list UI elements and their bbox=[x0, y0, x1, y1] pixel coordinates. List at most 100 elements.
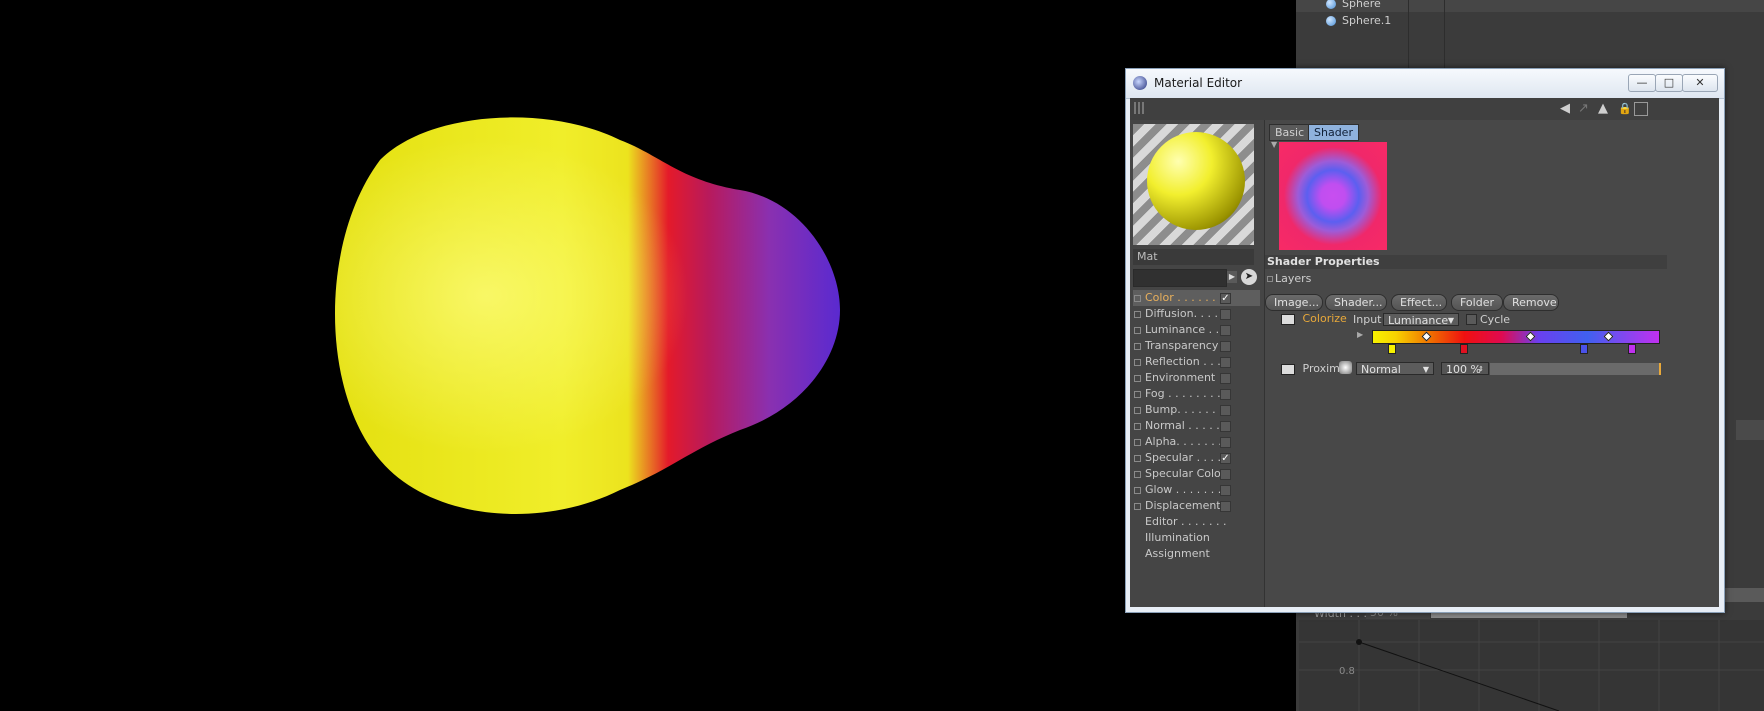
expand-arrow-icon[interactable]: ▶ bbox=[1227, 271, 1237, 283]
channel-item[interactable]: Normal . . . . . . bbox=[1133, 418, 1260, 434]
forward-arrow-icon[interactable]: ↗ bbox=[1578, 101, 1589, 116]
channel-checkbox[interactable]: ✓ bbox=[1220, 293, 1231, 304]
channel-expander-icon bbox=[1134, 375, 1141, 382]
channel-label: Editor . . . . . . . bbox=[1145, 515, 1227, 528]
channel-checkbox[interactable] bbox=[1220, 309, 1231, 320]
channel-label: Displacement bbox=[1145, 499, 1221, 512]
channel-expander-icon bbox=[1134, 455, 1141, 462]
channel-checkbox[interactable] bbox=[1220, 421, 1231, 432]
up-arrow-icon[interactable]: ▲ bbox=[1598, 101, 1608, 116]
channel-item[interactable]: Color . . . . . . . ✓ bbox=[1133, 290, 1260, 306]
input-dropdown[interactable]: Luminance ▼ bbox=[1383, 313, 1459, 327]
channel-search-input[interactable] bbox=[1133, 269, 1227, 287]
eye-icon[interactable] bbox=[1281, 363, 1295, 375]
channel-item[interactable]: Alpha. . . . . . . . bbox=[1133, 434, 1260, 450]
channel-checkbox[interactable] bbox=[1220, 437, 1231, 448]
y-tick-label: 0.8 bbox=[1339, 666, 1355, 677]
curve-graph[interactable]: 0.8 bbox=[1299, 620, 1764, 711]
shader-button[interactable]: Shader... bbox=[1325, 294, 1387, 311]
gradient-expand-icon[interactable]: ▶ bbox=[1357, 330, 1363, 339]
channel-item[interactable]: Fog . . . . . . . . . bbox=[1133, 386, 1260, 402]
object-label: Sphere.1 bbox=[1342, 14, 1392, 27]
input-dropdown-value: Luminance bbox=[1388, 314, 1449, 327]
gradient-knot[interactable] bbox=[1579, 344, 1588, 354]
channel-item[interactable]: Specular . . . . . ✓ bbox=[1133, 450, 1260, 466]
channel-item[interactable]: Illumination bbox=[1133, 530, 1260, 546]
channel-checkbox[interactable] bbox=[1220, 389, 1231, 400]
channel-item[interactable]: Assignment bbox=[1133, 546, 1260, 562]
channel-expander-icon bbox=[1134, 327, 1141, 334]
channel-checkbox[interactable] bbox=[1220, 325, 1231, 336]
object-row[interactable]: Sphere.1 bbox=[1326, 11, 1391, 31]
channel-item[interactable]: Transparency bbox=[1133, 338, 1260, 354]
channel-item[interactable]: Glow . . . . . . . . bbox=[1133, 482, 1260, 498]
channel-expander-icon bbox=[1134, 295, 1141, 302]
channel-label: Assignment bbox=[1145, 547, 1210, 560]
grip-icon[interactable] bbox=[1134, 102, 1146, 114]
colorize-label: Colorize bbox=[1302, 312, 1347, 325]
channel-item[interactable]: Environment bbox=[1133, 370, 1260, 386]
tab-shader[interactable]: Shader bbox=[1308, 124, 1359, 141]
gradient-knot[interactable] bbox=[1459, 344, 1468, 354]
channel-label: Luminance . . . bbox=[1145, 323, 1227, 336]
channel-expander-icon bbox=[1134, 423, 1141, 430]
channel-item[interactable]: Reflection . . . . bbox=[1133, 354, 1260, 370]
3d-viewport[interactable] bbox=[0, 0, 1296, 711]
close-button[interactable]: ✕ bbox=[1682, 74, 1718, 92]
minimize-button[interactable]: — bbox=[1628, 74, 1656, 92]
channel-checkbox[interactable] bbox=[1220, 341, 1231, 352]
channel-expander-icon bbox=[1134, 439, 1141, 446]
channel-item[interactable]: Luminance . . . bbox=[1133, 322, 1260, 338]
channel-item[interactable]: Bump. . . . . . . . bbox=[1133, 402, 1260, 418]
sphere-icon bbox=[1326, 0, 1336, 9]
channel-checkbox[interactable] bbox=[1220, 405, 1231, 416]
channel-search-row: ▶ ➤ bbox=[1133, 269, 1264, 287]
material-name-field[interactable]: Mat bbox=[1133, 249, 1254, 265]
effect-button[interactable]: Effect... bbox=[1391, 294, 1447, 311]
title-bar[interactable]: Material Editor — □ ✕ bbox=[1126, 69, 1724, 99]
object-label: Sphere bbox=[1342, 0, 1381, 10]
maximize-button[interactable]: □ bbox=[1655, 74, 1683, 92]
image-button[interactable]: Image... bbox=[1265, 294, 1323, 311]
channel-checkbox[interactable] bbox=[1220, 485, 1231, 496]
material-preview[interactable] bbox=[1133, 124, 1254, 245]
back-arrow-icon[interactable]: ◀ bbox=[1560, 101, 1570, 116]
channel-item[interactable]: Diffusion. . . . . bbox=[1133, 306, 1260, 322]
channel-checkbox[interactable] bbox=[1220, 373, 1231, 384]
opacity-slider[interactable] bbox=[1490, 363, 1661, 375]
new-panel-icon[interactable] bbox=[1634, 102, 1648, 116]
gradient-bar[interactable] bbox=[1372, 330, 1660, 344]
chevron-down-icon: ▼ bbox=[1422, 365, 1429, 374]
stepper-arrows-icon[interactable]: ⇕ bbox=[1478, 363, 1484, 376]
channel-label: Fog . . . . . . . . . bbox=[1145, 387, 1228, 400]
opacity-field[interactable]: 100 % ⇕ bbox=[1441, 362, 1489, 376]
channel-label: Specular . . . . . bbox=[1145, 451, 1229, 464]
blend-mode-dropdown[interactable]: Normal ▼ bbox=[1356, 362, 1434, 376]
collapse-triangle-icon[interactable]: ▼ bbox=[1271, 140, 1277, 149]
material-editor-window[interactable]: Material Editor — □ ✕ ◀ ↗ ▲ 🔒 Mat ▶ ➤ Co… bbox=[1125, 68, 1725, 613]
proximal-shader-icon[interactable] bbox=[1339, 361, 1352, 374]
opacity-value: 100 % bbox=[1446, 363, 1481, 376]
folder-button[interactable]: Folder bbox=[1451, 294, 1503, 311]
channel-item[interactable]: Specular Color bbox=[1133, 466, 1260, 482]
channel-checkbox[interactable] bbox=[1220, 469, 1231, 480]
eye-icon[interactable] bbox=[1281, 313, 1295, 325]
tab-basic[interactable]: Basic bbox=[1269, 124, 1311, 141]
cinema4d-logo-icon bbox=[1133, 76, 1147, 90]
cursor-picker-icon[interactable]: ➤ bbox=[1241, 269, 1257, 285]
channel-item[interactable]: Editor . . . . . . . bbox=[1133, 514, 1260, 530]
cycle-checkbox[interactable] bbox=[1466, 314, 1477, 325]
channel-checkbox[interactable] bbox=[1220, 357, 1231, 368]
lock-icon[interactable]: 🔒 bbox=[1618, 102, 1632, 115]
remove-button[interactable]: Remove bbox=[1503, 294, 1559, 311]
channel-label: Alpha. . . . . . . . bbox=[1145, 435, 1229, 448]
channel-expander-icon bbox=[1134, 487, 1141, 494]
layers-expander-icon[interactable] bbox=[1267, 276, 1273, 282]
channel-checkbox[interactable]: ✓ bbox=[1220, 453, 1231, 464]
channel-item[interactable]: Displacement bbox=[1133, 498, 1260, 514]
gradient-knot[interactable] bbox=[1388, 344, 1397, 354]
channel-expander-icon bbox=[1134, 471, 1141, 478]
window-title: Material Editor bbox=[1154, 76, 1243, 90]
channel-checkbox[interactable] bbox=[1220, 501, 1231, 512]
gradient-knot[interactable] bbox=[1628, 344, 1637, 354]
